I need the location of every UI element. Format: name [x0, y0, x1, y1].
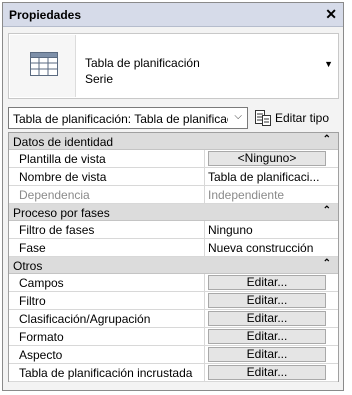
phase-filter-field[interactable]: Ninguno	[206, 221, 338, 238]
view-name-field[interactable]: Tabla de planificaci...	[206, 168, 338, 185]
properties-grid: Datos de identidad ⌃ Plantilla de vista …	[8, 132, 339, 382]
schedule-table-icon	[10, 35, 76, 97]
collapse-icon[interactable]: ⌃	[323, 134, 331, 145]
edit-type-button[interactable]: Editar tipo	[253, 107, 339, 129]
instance-selector[interactable]: Tabla de planificación: Tabla de planifi…	[8, 107, 248, 129]
property-row-plantilla-de-vista: Plantilla de vista <Ninguno>	[9, 150, 338, 168]
section-header-otros[interactable]: Otros ⌃	[9, 257, 338, 274]
edit-appearance-button[interactable]: Editar...	[208, 347, 326, 362]
edit-format-button[interactable]: Editar...	[208, 329, 326, 344]
section-title: Otros	[13, 259, 43, 273]
edit-type-label: Editar tipo	[275, 111, 330, 125]
property-row-filtro-de-fases: Filtro de fases Ninguno	[9, 221, 338, 239]
property-row-fase: Fase Nueva construcción	[9, 239, 338, 257]
type-name: Tabla de planificación	[85, 56, 200, 70]
property-label: Clasificación/Agrupación	[9, 310, 205, 327]
section-header-datos-de-identidad[interactable]: Datos de identidad ⌃	[9, 133, 338, 150]
panel-titlebar: Propiedades ✕	[3, 3, 343, 27]
edit-embedded-schedule-button[interactable]: Editar...	[208, 365, 326, 380]
edit-filter-button[interactable]: Editar...	[208, 293, 326, 308]
edit-sorting-button[interactable]: Editar...	[208, 311, 326, 326]
property-row-filtro: Filtro Editar...	[9, 292, 338, 310]
section-title: Datos de identidad	[13, 135, 114, 149]
property-row-clasificacion: Clasificación/Agrupación Editar...	[9, 310, 338, 328]
property-row-formato: Formato Editar...	[9, 328, 338, 346]
property-row-tabla-incrustada: Tabla de planificación incrustada Editar…	[9, 364, 338, 382]
property-label: Formato	[9, 328, 205, 345]
property-label: Fase	[9, 239, 205, 256]
collapse-icon[interactable]: ⌃	[323, 258, 331, 269]
property-row-dependencia: Dependencia Independiente	[9, 186, 338, 204]
view-template-button[interactable]: <Ninguno>	[208, 151, 326, 166]
section-title: Proceso por fases	[13, 206, 110, 220]
property-label: Filtro	[9, 292, 205, 309]
property-row-aspecto: Aspecto Editar...	[9, 346, 338, 364]
property-label: Nombre de vista	[9, 168, 205, 185]
dependency-value: Independiente	[208, 188, 285, 202]
instance-selector-value: Tabla de planificación: Tabla de planifi…	[13, 112, 228, 126]
collapse-icon[interactable]: ⌃	[323, 205, 331, 216]
chevron-down-icon[interactable]: ⌵	[234, 111, 242, 122]
property-label: Dependencia	[9, 186, 205, 203]
section-header-proceso-por-fases[interactable]: Proceso por fases ⌃	[9, 204, 338, 221]
panel-title: Propiedades	[9, 8, 82, 22]
edit-fields-button[interactable]: Editar...	[208, 275, 326, 290]
property-row-campos: Campos Editar...	[9, 274, 338, 292]
close-icon[interactable]: ✕	[325, 6, 337, 22]
property-label: Plantilla de vista	[9, 150, 205, 167]
chevron-down-icon[interactable]: ▼	[324, 59, 333, 69]
type-subtitle: Serie	[85, 72, 114, 86]
property-label: Tabla de planificación incrustada	[9, 364, 205, 381]
type-selector[interactable]: Tabla de planificación Serie ▼	[8, 33, 339, 99]
property-label: Campos	[9, 274, 205, 291]
instance-selector-row: Tabla de planificación: Tabla de planifi…	[8, 107, 339, 129]
property-label: Aspecto	[9, 346, 205, 363]
edit-type-icon	[255, 110, 271, 126]
property-row-nombre-de-vista: Nombre de vista Tabla de planificaci...	[9, 168, 338, 186]
property-label: Filtro de fases	[9, 221, 205, 238]
properties-panel: Propiedades ✕ Tabla de planificación Ser…	[2, 2, 344, 391]
phase-field[interactable]: Nueva construcción	[206, 239, 338, 256]
